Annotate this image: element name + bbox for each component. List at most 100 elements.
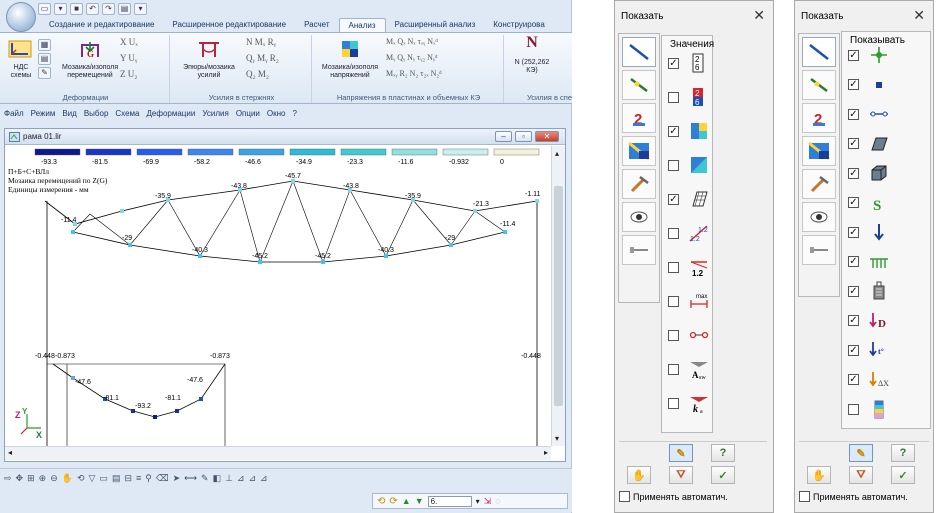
category-element-icon[interactable] xyxy=(622,235,656,265)
paint-icon[interactable]: ✎ xyxy=(201,473,209,484)
show-checkbox[interactable]: ✓ xyxy=(848,138,859,149)
fragment-icon[interactable]: ▤ xyxy=(112,473,121,484)
force-diagram-button[interactable]: Эпюры/мозаика усилий xyxy=(176,39,242,80)
values-checkbox[interactable] xyxy=(668,363,679,375)
show-row[interactable]: ✓ xyxy=(848,160,891,186)
values-row[interactable]: max xyxy=(668,288,711,314)
sym-z-uz[interactable]: Z U₂ xyxy=(120,69,137,79)
clear-icon[interactable]: ⌫ xyxy=(156,473,169,484)
p2-filter-button[interactable]: ⛛ xyxy=(849,466,873,484)
horizontal-scrollbar[interactable]: ◂ ▸ xyxy=(5,446,551,460)
p2-category-visibility-icon[interactable] xyxy=(802,202,836,232)
options-icon[interactable]: ▾ xyxy=(134,3,147,15)
edit-pencil-button[interactable]: ✎ xyxy=(669,444,693,462)
restore-button[interactable]: ▫ xyxy=(515,131,532,142)
color-icon[interactable]: ◧ xyxy=(213,473,222,484)
sym-row-my[interactable]: Mᵧ Qᵧ Nᵧ τᵧ₂ Nᵧᵈ xyxy=(386,53,438,62)
p2-category-tools-icon[interactable] xyxy=(802,169,836,199)
fit-view-icon[interactable]: ⇲ xyxy=(484,496,492,507)
grid-icon[interactable]: ⊞ xyxy=(27,473,35,484)
values-row[interactable]: ✓ xyxy=(668,186,711,212)
tab-analysis[interactable]: Анализ xyxy=(338,18,386,32)
values-checkbox[interactable] xyxy=(668,329,679,341)
show-row[interactable]: ✓ D xyxy=(848,308,891,334)
p2-apply-button[interactable]: ✓ xyxy=(891,466,915,484)
zoom-dropdown-icon[interactable]: ▾ xyxy=(476,497,480,506)
show-checkbox[interactable]: ✓ xyxy=(848,256,859,267)
show-checkbox[interactable]: ✓ xyxy=(848,197,859,208)
show-checkbox[interactable]: ✓ xyxy=(848,167,859,179)
scroll-right-icon[interactable]: ▸ xyxy=(544,448,548,457)
section-icon[interactable]: ⊟ xyxy=(124,473,132,484)
axes-icon[interactable]: ⊥ xyxy=(225,473,233,484)
values-row[interactable] xyxy=(668,322,711,348)
scroll-up-icon[interactable]: ▴ xyxy=(555,149,559,158)
xy-icon[interactable]: ⊿ xyxy=(249,473,257,484)
panel-close-icon[interactable]: ✕ xyxy=(753,7,765,24)
show-row[interactable]: ✓ xyxy=(848,131,891,157)
tab-advanced-edit[interactable]: Расширенное редактирование xyxy=(163,18,295,32)
search-icon[interactable]: ⚲ xyxy=(145,473,152,484)
rotate-icon[interactable]: ⟲ xyxy=(77,473,85,484)
p2-auto-apply-checkbox[interactable] xyxy=(799,491,810,502)
sym-qy-my-rz[interactable]: Qᵧ Mᵧ R₂ xyxy=(246,53,279,63)
frame-icon[interactable]: ▭ xyxy=(99,473,108,484)
layers-icon[interactable]: ≡ xyxy=(136,473,141,484)
auto-apply-option[interactable]: Применять автоматич. xyxy=(619,491,728,502)
values-row[interactable]: Asw xyxy=(668,356,711,382)
menu-file[interactable]: Файл xyxy=(4,109,24,118)
category-tools-icon[interactable] xyxy=(622,169,656,199)
stress-mosaic-button[interactable]: Мозаика/изополя напряжений xyxy=(318,39,382,80)
show-row[interactable]: ✓ xyxy=(848,278,891,304)
show-row[interactable] xyxy=(848,396,891,422)
close-button[interactable]: ✕ xyxy=(535,131,559,142)
rotate-back-icon[interactable]: ⟳ xyxy=(389,496,397,507)
show-checkbox[interactable] xyxy=(848,403,859,415)
pencil-tool-icon[interactable]: ✎ xyxy=(38,67,51,79)
vertical-scroll-thumb[interactable] xyxy=(554,186,563,406)
tab-calculation[interactable]: Расчет xyxy=(295,18,338,32)
panel2-close-icon[interactable]: ✕ xyxy=(913,7,925,24)
print-icon[interactable]: ▤ xyxy=(118,3,131,15)
p2-category-nodes-icon[interactable] xyxy=(802,70,836,100)
sym-row-mx[interactable]: Mₓ Qₓ Nₓ τₓᵧ Nₓᵈ xyxy=(386,37,438,46)
show-row[interactable]: ✓ xyxy=(848,249,891,275)
p2-edit-pencil-button[interactable]: ✎ xyxy=(849,444,873,462)
p2-category-bars-icon[interactable] xyxy=(802,37,836,67)
menu-forces[interactable]: Усилия xyxy=(202,109,228,118)
category-nodes-icon[interactable] xyxy=(622,70,656,100)
displacement-mosaic-button[interactable]: G Мозаика/изополя перемещений xyxy=(62,39,118,80)
filter-icon[interactable]: ▽ xyxy=(89,473,96,484)
open-folder-icon[interactable]: ▾ xyxy=(54,3,67,15)
p2-apply-disabled-button[interactable]: ✋ xyxy=(807,466,831,484)
zoom-value-field[interactable]: 6. xyxy=(427,495,472,507)
yz-icon[interactable]: ⊿ xyxy=(260,473,268,484)
category-visibility-icon[interactable] xyxy=(622,202,656,232)
values-checkbox[interactable] xyxy=(668,261,679,273)
show-row[interactable]: ✓ S xyxy=(848,190,891,216)
menu-deformations[interactable]: Деформации xyxy=(147,109,196,118)
frame-tool-icon[interactable]: ▤ xyxy=(38,53,51,65)
menu-help[interactable]: ? xyxy=(292,109,296,118)
values-checkbox[interactable] xyxy=(668,227,679,239)
p2-category-numbers-icon[interactable]: 2 xyxy=(802,103,836,133)
special-element-forces-button[interactable]: N N (252,262 КЭ) xyxy=(510,35,554,75)
values-checkbox[interactable] xyxy=(668,91,679,103)
show-checkbox[interactable]: ✓ xyxy=(848,315,859,326)
category-plates-icon[interactable] xyxy=(622,136,656,166)
values-row[interactable]: ka xyxy=(668,390,711,416)
filter-button[interactable]: ⛛ xyxy=(669,466,693,484)
menu-window[interactable]: Окно xyxy=(267,109,286,118)
show-checkbox[interactable]: ✓ xyxy=(848,49,859,61)
show-checkbox[interactable]: ✓ xyxy=(848,285,859,297)
show-row[interactable]: ✓ ΔX xyxy=(848,367,891,393)
menu-view[interactable]: Вид xyxy=(62,109,76,118)
values-checkbox[interactable]: ✓ xyxy=(668,125,679,137)
menu-select[interactable]: Выбор xyxy=(84,109,109,118)
apply-disabled-button[interactable]: ✋ xyxy=(627,466,651,484)
menu-mode[interactable]: Режим xyxy=(31,109,56,118)
p2-auto-apply-option[interactable]: Применять автоматич. xyxy=(799,491,908,502)
p2-help-button[interactable]: ? xyxy=(891,444,915,462)
help-button[interactable]: ? xyxy=(711,444,735,462)
minimize-button[interactable]: – xyxy=(495,131,512,142)
